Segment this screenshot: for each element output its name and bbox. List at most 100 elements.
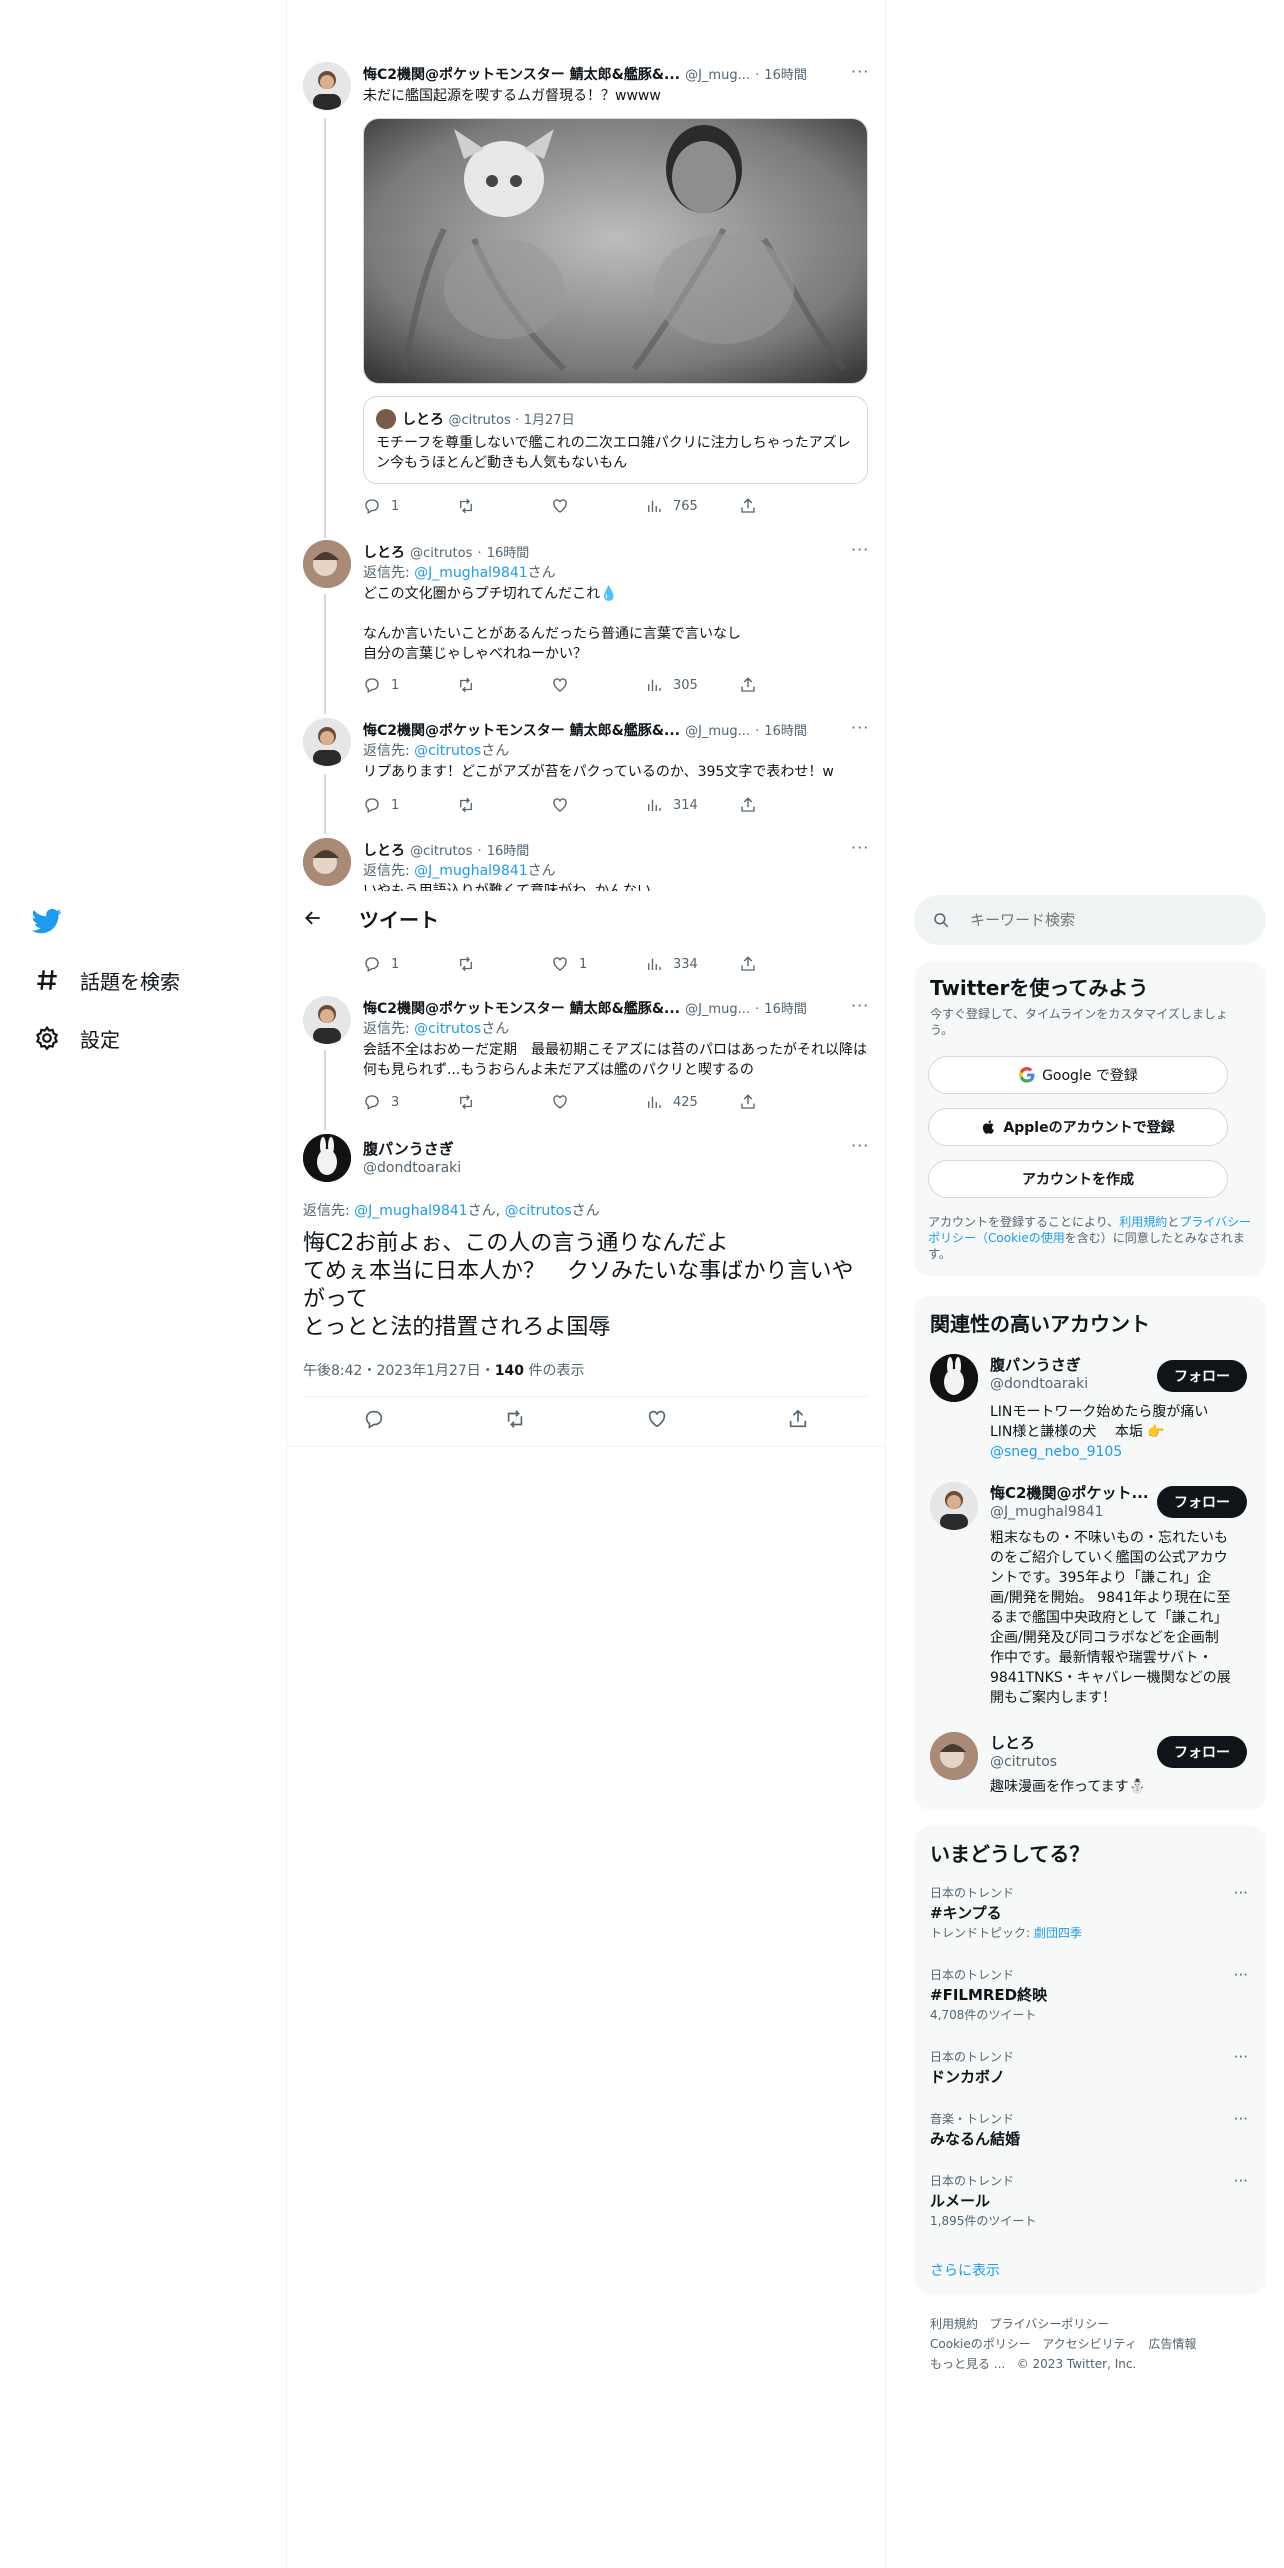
reply-to-link[interactable]: @J_mughal9841 (414, 565, 528, 581)
account-name[interactable]: しとろ (990, 1732, 1035, 1753)
footer-link[interactable]: Cookieのポリシー (930, 2337, 1031, 2351)
footer-link[interactable]: 広告情報 (1148, 2337, 1196, 2351)
tweet-author-name[interactable]: 悔C2機関@ポケットモンスター 鯖太郎&艦豚&... (363, 1001, 680, 1017)
reply-to-link[interactable]: @J_mughal9841 (354, 1203, 468, 1219)
tweet-author-handle[interactable]: @J_mug... (685, 68, 750, 83)
tweet-author-handle[interactable]: @citrutos (410, 546, 472, 561)
more-icon[interactable]: ··· (851, 62, 869, 81)
retweet-button[interactable] (457, 497, 551, 515)
views-button[interactable]: 314 (645, 796, 739, 814)
reply-icon[interactable] (363, 1408, 385, 1434)
like-button[interactable] (551, 1093, 645, 1111)
footer-more-link[interactable]: もっと見る ... (930, 2357, 1005, 2371)
main-author-name[interactable]: 腹パンうさぎ (363, 1138, 454, 1159)
reply-to-link[interactable]: @citrutos (414, 1021, 481, 1037)
terms-link[interactable]: 利用規約 (1119, 1215, 1167, 1229)
avatar[interactable] (303, 540, 351, 588)
reply-button[interactable]: 1 (363, 955, 457, 973)
share-button[interactable] (739, 1093, 833, 1111)
follow-button[interactable]: フォロー (1157, 1360, 1247, 1392)
avatar[interactable] (303, 718, 351, 766)
follow-button[interactable]: フォロー (1157, 1486, 1247, 1518)
reply-to-link[interactable]: @citrutos (414, 743, 481, 759)
trend-item[interactable]: 日本のトレンド ルメール 1,895件のツイート ··· (914, 2170, 1266, 2242)
avatar[interactable] (930, 1354, 978, 1402)
nav-settings[interactable]: 設定 (32, 1018, 120, 1058)
tweet-author-name[interactable]: しとろ (363, 843, 405, 859)
show-more-link[interactable]: さらに表示 (930, 2260, 1000, 2280)
retweet-icon[interactable] (504, 1408, 526, 1434)
back-arrow-icon[interactable] (303, 908, 323, 932)
trend-item[interactable]: 日本のトレンド #キンプる トレンドトピック: 劇団四季 ··· (914, 1882, 1266, 1954)
more-icon[interactable]: ··· (851, 1136, 869, 1155)
views-button[interactable]: 425 (645, 1093, 739, 1111)
retweet-button[interactable] (457, 955, 551, 973)
tweet-time[interactable]: 16時間 (764, 724, 807, 739)
trend-meta-link[interactable]: 劇団四季 (1034, 1926, 1082, 1940)
share-button[interactable] (739, 796, 833, 814)
tweet-author-handle[interactable]: @J_mug... (685, 724, 750, 739)
avatar[interactable] (930, 1732, 978, 1780)
account-handle[interactable]: @J_mughal9841 (990, 1504, 1104, 1520)
footer-link[interactable]: 利用規約 (930, 2317, 978, 2331)
more-icon[interactable]: ··· (851, 540, 869, 559)
tweet-author-handle[interactable]: @citrutos (410, 844, 472, 859)
views-button[interactable]: 334 (645, 955, 739, 973)
trend-item[interactable]: 音楽・トレンド みなるん結婚 ··· (914, 2108, 1266, 2160)
like-button[interactable] (551, 497, 645, 515)
reply-button[interactable]: 1 (363, 497, 457, 515)
more-icon[interactable]: ··· (1234, 2172, 1248, 2190)
bio-link[interactable]: @sneg_nebo_9105 (990, 1442, 1250, 1462)
search-input[interactable] (970, 911, 1230, 929)
like-button[interactable] (551, 676, 645, 694)
views-button[interactable]: 305 (645, 676, 739, 694)
tweet-time[interactable]: 16時間 (764, 68, 807, 83)
search-box[interactable] (914, 895, 1266, 945)
share-button[interactable] (739, 497, 833, 515)
nav-explore[interactable]: 話題を検索 (32, 960, 180, 1000)
share-button[interactable] (739, 955, 833, 973)
avatar[interactable] (303, 1134, 351, 1182)
main-author-handle[interactable]: @dondtoaraki (363, 1160, 461, 1176)
tweet-author-handle[interactable]: @J_mug... (685, 1002, 750, 1017)
twitter-logo-icon[interactable] (31, 906, 62, 936)
tweet-time[interactable]: 16時間 (487, 844, 530, 859)
tweet-author-name[interactable]: しとろ (363, 545, 405, 561)
footer-link[interactable]: アクセシビリティ (1042, 2337, 1137, 2351)
retweet-button[interactable] (457, 676, 551, 694)
main-tweet-time[interactable]: 午後8:42・2023年1月27日・ (303, 1363, 495, 1379)
quote-tweet[interactable]: しとろ @citrutos · 1月27日 モチーフを尊重しないで艦これの二次エ… (363, 396, 868, 484)
tweet-image[interactable] (363, 118, 868, 384)
reply-button[interactable]: 1 (363, 796, 457, 814)
heart-icon[interactable] (646, 1408, 668, 1434)
more-icon[interactable]: ··· (1234, 1884, 1248, 1902)
trend-item[interactable]: 日本のトレンド #FILMRED終映 4,708件のツイート ··· (914, 1964, 1266, 2036)
account-name[interactable]: 腹パンうさぎ (990, 1354, 1081, 1375)
avatar[interactable] (303, 838, 351, 886)
footer-link[interactable]: プライバシーポリシー (989, 2317, 1109, 2331)
views-button[interactable]: 765 (645, 497, 739, 515)
reply-to-link[interactable]: @J_mughal9841 (414, 863, 528, 879)
like-button[interactable]: 1 (551, 955, 645, 973)
more-icon[interactable]: ··· (1234, 1966, 1248, 1984)
reply-to-link[interactable]: @citrutos (505, 1203, 572, 1219)
more-icon[interactable]: ··· (851, 838, 869, 857)
trend-item[interactable]: 日本のトレンド ドンカボノ ··· (914, 2046, 1266, 2098)
account-handle[interactable]: @citrutos (990, 1754, 1057, 1770)
more-icon[interactable]: ··· (1234, 2110, 1248, 2128)
retweet-button[interactable] (457, 1093, 551, 1111)
create-account-button[interactable]: アカウントを作成 (928, 1160, 1228, 1198)
tweet-time[interactable]: 16時間 (764, 1002, 807, 1017)
more-icon[interactable]: ··· (851, 996, 869, 1015)
like-button[interactable] (551, 796, 645, 814)
tweet-author-name[interactable]: 悔C2機関@ポケットモンスター 鯖太郎&艦豚&... (363, 67, 680, 83)
follow-button[interactable]: フォロー (1157, 1736, 1247, 1768)
tweet-time[interactable]: 16時間 (487, 546, 530, 561)
more-icon[interactable]: ··· (851, 718, 869, 737)
avatar[interactable] (930, 1482, 978, 1530)
account-name[interactable]: 悔C2機関@ポケット... (990, 1482, 1149, 1503)
google-signup-button[interactable]: Google で登録 (928, 1056, 1228, 1094)
share-icon[interactable] (787, 1408, 809, 1434)
more-icon[interactable]: ··· (1234, 2048, 1248, 2066)
tweet-author-name[interactable]: 悔C2機関@ポケットモンスター 鯖太郎&艦豚&... (363, 723, 680, 739)
